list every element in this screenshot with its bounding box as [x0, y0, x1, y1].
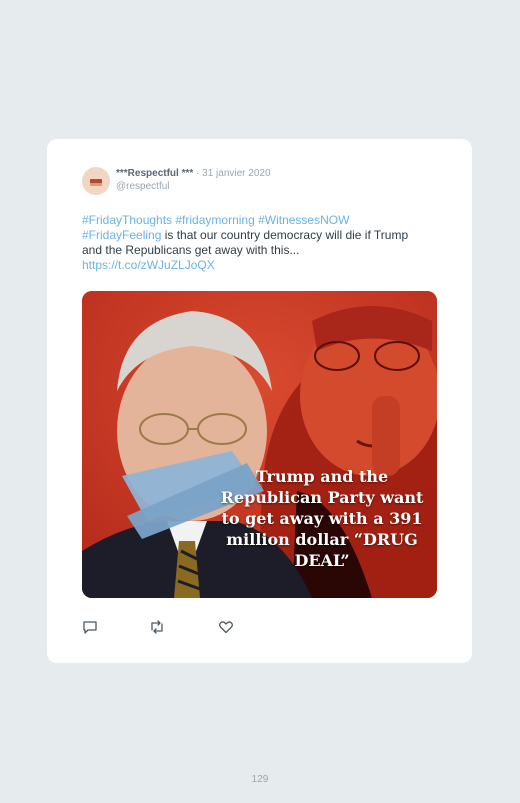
- page-number: 129: [251, 774, 269, 785]
- user-handle[interactable]: @respectful: [116, 181, 271, 193]
- tweet-header: ***Respectful *** · 31 janvier 2020 @res…: [116, 168, 271, 193]
- tweet-text: #FridayThoughts #fridaymorning #Witnesse…: [82, 213, 412, 273]
- avatar-logo: [90, 179, 102, 183]
- tweet-card: ***Respectful *** · 31 janvier 2020 @res…: [47, 139, 472, 663]
- image-caption: Trump and the Republican Party want to g…: [220, 467, 424, 570]
- retweet-icon[interactable]: [149, 619, 165, 635]
- tweet-image[interactable]: Trump and the Republican Party want to g…: [82, 291, 437, 598]
- tweet-date[interactable]: · 31 janvier 2020: [193, 168, 271, 179]
- avatar[interactable]: [82, 167, 110, 195]
- heart-icon[interactable]: [218, 619, 234, 635]
- tweet-link[interactable]: https://t.co/zWJuZLJoQX: [82, 258, 215, 272]
- hashtags[interactable]: #FridayThoughts #fridaymorning #Witnesse…: [82, 213, 349, 227]
- hashtag-fridayfeeling[interactable]: #FridayFeeling: [82, 228, 161, 242]
- display-name[interactable]: ***Respectful ***: [116, 168, 193, 179]
- reply-icon[interactable]: [82, 619, 98, 635]
